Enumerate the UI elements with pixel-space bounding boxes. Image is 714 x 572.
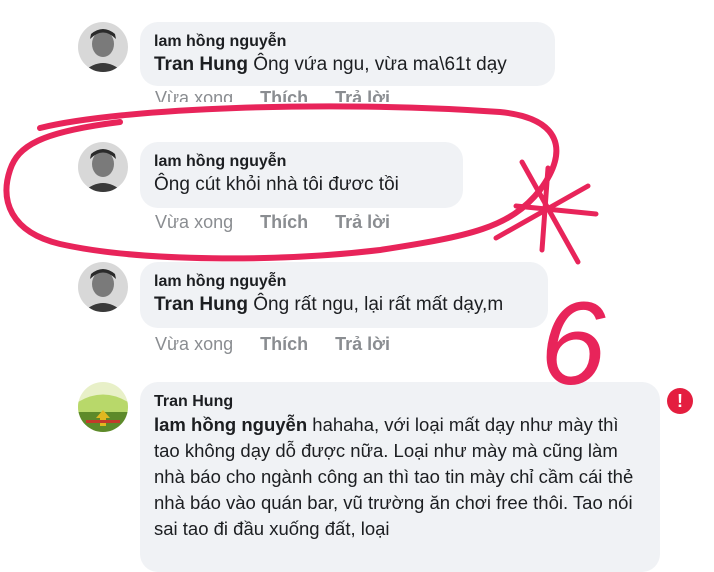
comment-bubble: Tran Hung lam hồng nguyễn hahaha, với lo… bbox=[140, 382, 660, 572]
like-button[interactable]: Thích bbox=[260, 212, 308, 233]
comment-bubble: lam hồng nguyễn Tran Hung Ông vứa ngu, v… bbox=[140, 22, 555, 86]
reply-button[interactable]: Trả lời bbox=[335, 334, 390, 355]
comment-body: Ông vứa ngu, vừa ma\61t dạy bbox=[247, 54, 507, 75]
reply-button[interactable]: Trả lời bbox=[335, 88, 390, 102]
comment-text: Tran Hung Ông rất ngu, lại rất mất dạy,m bbox=[154, 292, 534, 318]
avatar[interactable] bbox=[78, 22, 128, 72]
comment-actions: Vừa xong Thích Trả lời bbox=[155, 88, 390, 102]
annotation-star bbox=[493, 159, 599, 265]
comment-mention[interactable]: Tran Hung bbox=[154, 294, 248, 315]
avatar[interactable] bbox=[78, 262, 128, 312]
comment-author[interactable]: Tran Hung bbox=[154, 392, 646, 412]
comment-bubble: lam hồng nguyễn Ông cút khỏi nhà tôi đươ… bbox=[140, 142, 463, 208]
like-button[interactable]: Thích bbox=[260, 88, 308, 102]
avatar[interactable] bbox=[78, 142, 128, 192]
comment-author[interactable]: lam hồng nguyễn bbox=[154, 272, 534, 292]
comment-text: Tran Hung Ông vứa ngu, vừa ma\61t dạy bbox=[154, 52, 541, 78]
comment-time[interactable]: Vừa xong bbox=[155, 88, 233, 102]
comment-actions: Vừa xong Thích Trả lời bbox=[155, 212, 390, 233]
comment-body: Ông rất ngu, lại rất mất dạy,m bbox=[247, 294, 504, 315]
comment-mention[interactable]: lam hồng nguyễn bbox=[154, 414, 307, 435]
comment-bubble: lam hồng nguyễn Tran Hung Ông rất ngu, l… bbox=[140, 262, 548, 328]
comment-author[interactable]: lam hồng nguyễn bbox=[154, 32, 541, 52]
comment-time[interactable]: Vừa xong bbox=[155, 334, 233, 355]
comment-author[interactable]: lam hồng nguyễn bbox=[154, 152, 449, 172]
comment-actions: Vừa xong Thích Trả lời bbox=[155, 334, 390, 355]
like-button[interactable]: Thích bbox=[260, 334, 308, 355]
avatar[interactable] bbox=[78, 382, 128, 432]
comment-body: Ông cút khỏi nhà tôi đươc tồi bbox=[154, 174, 399, 195]
error-icon[interactable]: ! bbox=[667, 388, 693, 414]
comment-text: lam hồng nguyễn hahaha, với loại mất dạy… bbox=[154, 412, 646, 542]
comment-mention[interactable]: Tran Hung bbox=[154, 54, 248, 75]
comment-time[interactable]: Vừa xong bbox=[155, 212, 233, 233]
reply-button[interactable]: Trả lời bbox=[335, 212, 390, 233]
